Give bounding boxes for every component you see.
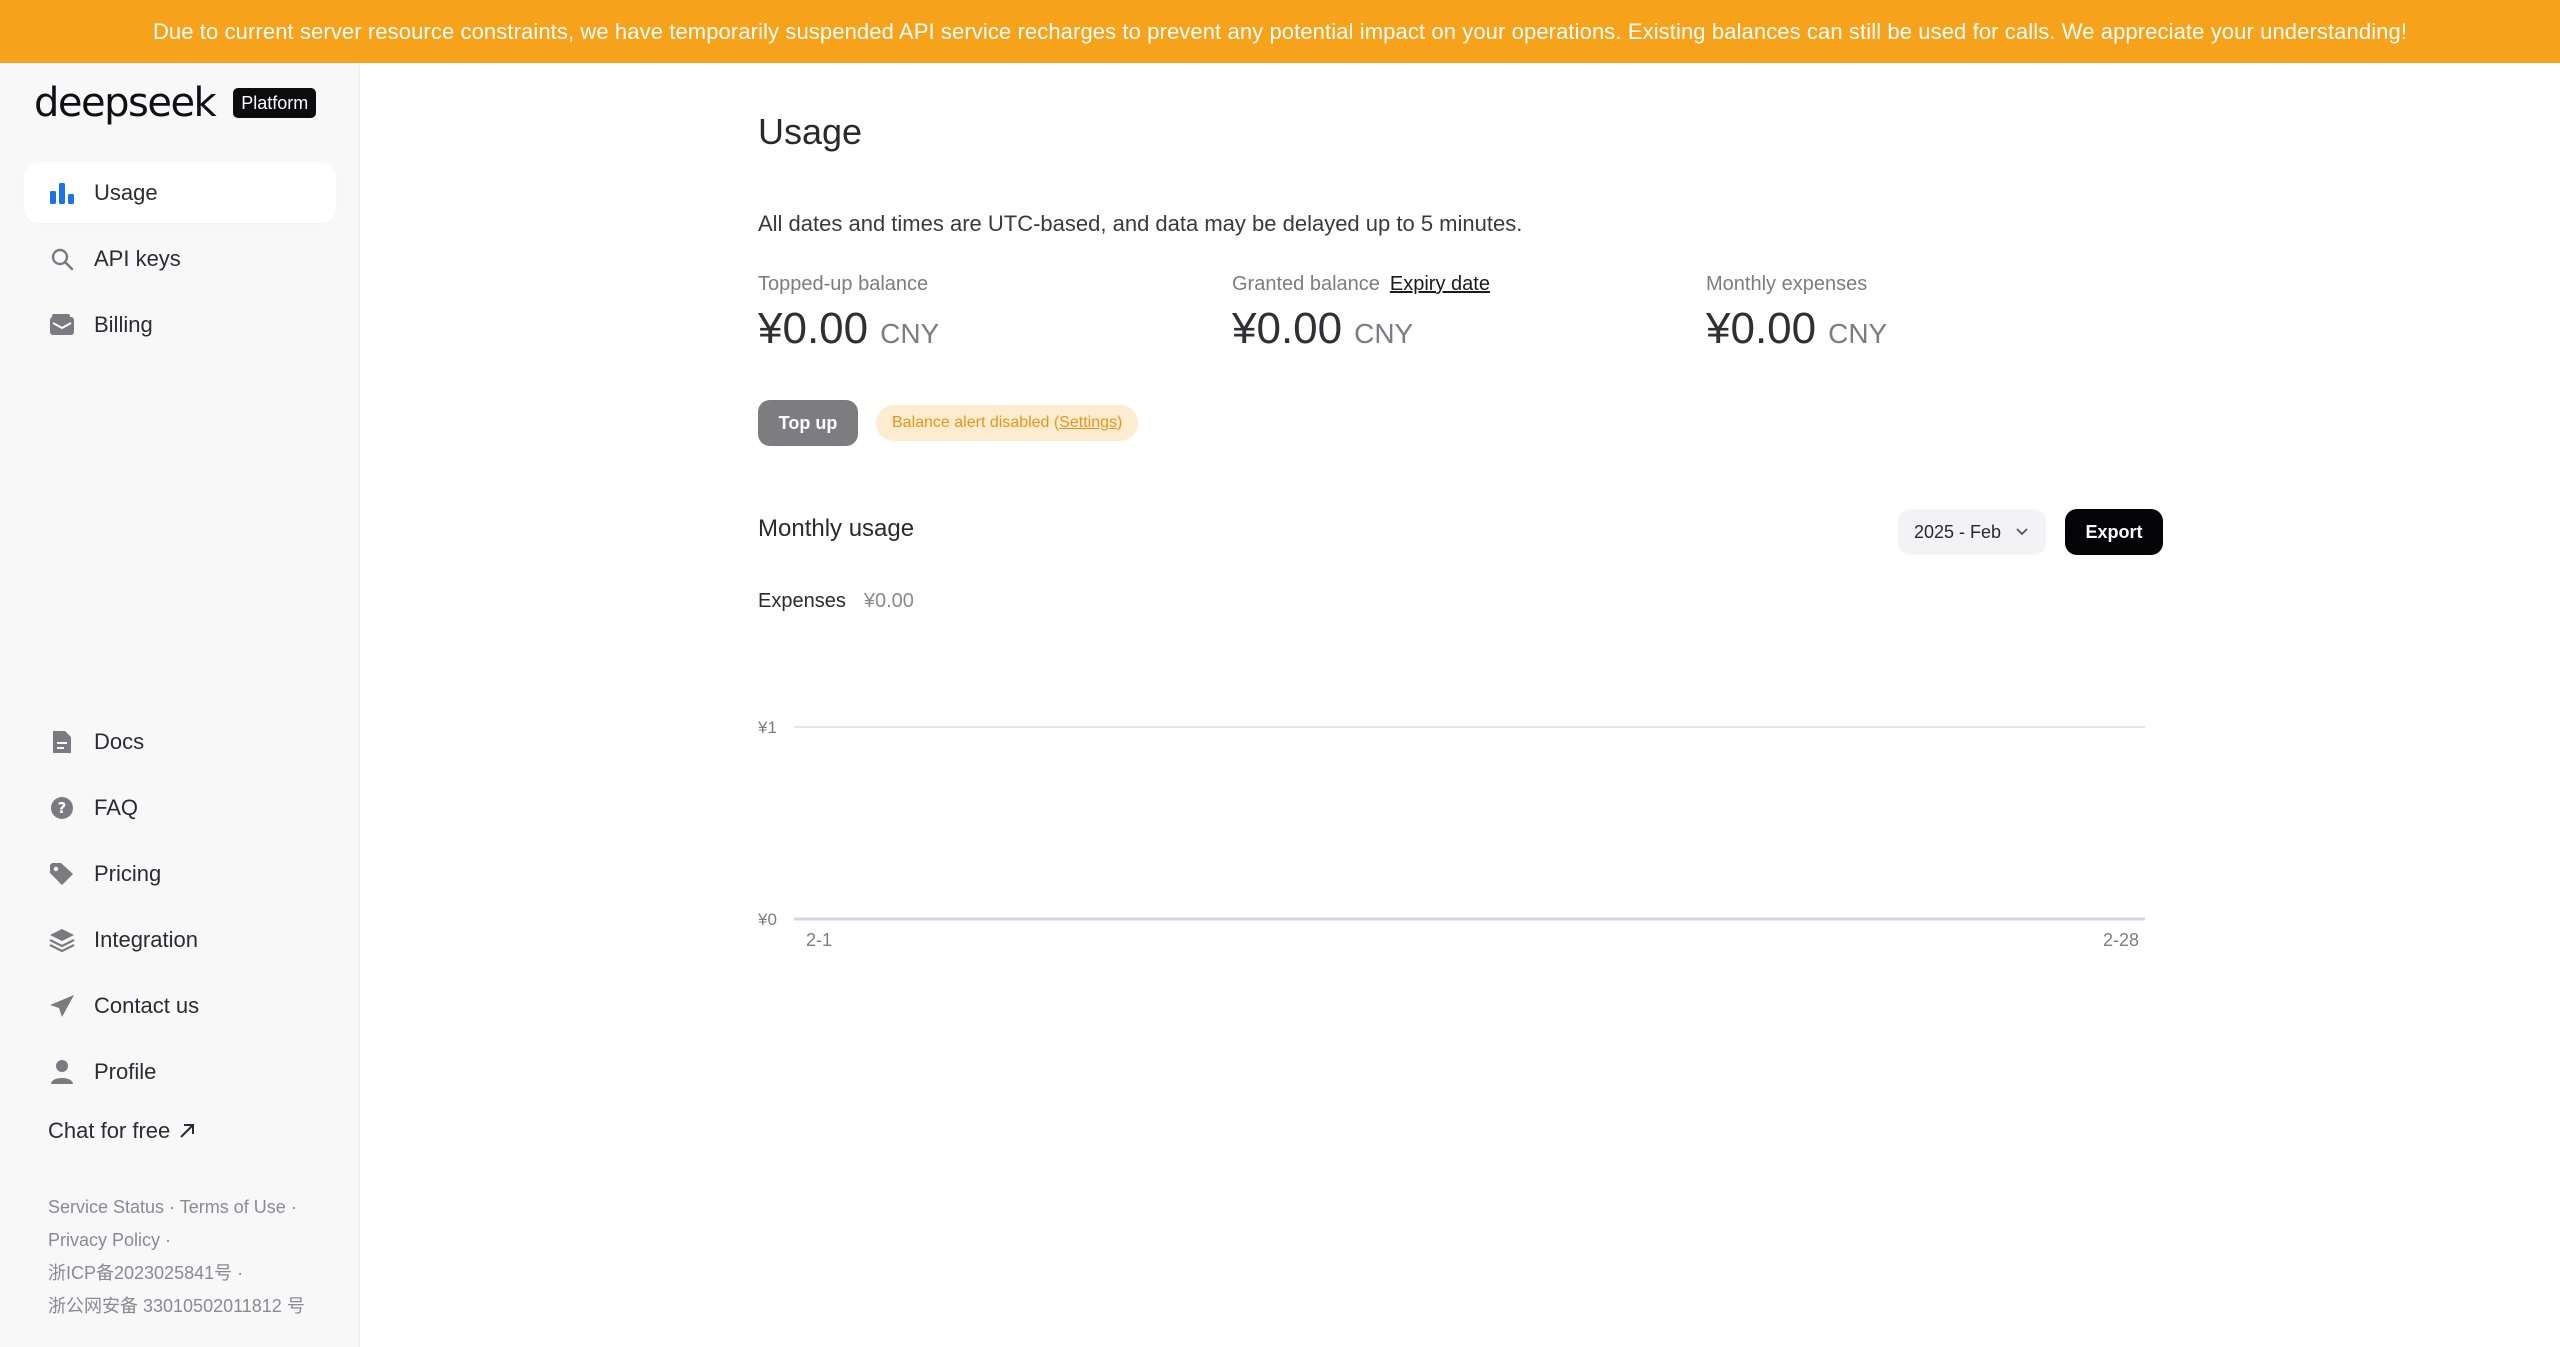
- balance-alert-badge: Balance alert disabled (Settings): [876, 405, 1139, 441]
- monthly-usage-title: Monthly usage: [758, 515, 915, 542]
- expenses-label: Expenses: [758, 590, 846, 612]
- announcement-banner: Due to current server resource constrain…: [0, 0, 2560, 63]
- balance-label: Topped-up balance: [758, 273, 929, 295]
- granted-balance: Granted balance Expiry date ¥0.00 CNY: [1232, 273, 1652, 354]
- balance-currency: CNY: [1354, 318, 1414, 349]
- send-icon: [48, 992, 76, 1020]
- icp-link[interactable]: 浙ICP备2023025841号: [48, 1263, 232, 1283]
- sidebar-item-label: Docs: [94, 729, 145, 754]
- service-status-link[interactable]: Service Status: [48, 1197, 164, 1217]
- platform-badge: Platform: [233, 88, 317, 118]
- balance-currency: CNY: [1828, 318, 1888, 349]
- layers-icon: [48, 926, 76, 954]
- sidebar-item-label: Integration: [94, 927, 198, 952]
- expenses-summary: Expenses ¥0.00: [758, 590, 914, 613]
- sidebar-item-profile[interactable]: Profile: [24, 1042, 336, 1102]
- arrow-up-right-icon: [178, 1122, 196, 1140]
- sidebar-item-integration[interactable]: Integration: [24, 910, 336, 970]
- sidebar-item-usage[interactable]: Usage: [24, 163, 336, 223]
- usage-chart: ¥1 ¥0 2-1 2-28: [758, 718, 2145, 950]
- primary-nav: Usage API keys Billing: [24, 163, 336, 361]
- question-icon: ?: [48, 794, 76, 822]
- secondary-nav: Docs ? FAQ Pricing Integration Contact u…: [24, 712, 336, 1108]
- police-record-link[interactable]: 浙公网安备 33010502011812 号: [48, 1296, 305, 1316]
- balance-amount: ¥0.00: [1232, 304, 1343, 353]
- footer-links: Service Status · Terms of Use · Privacy …: [48, 1197, 305, 1316]
- sidebar-item-label: Billing: [94, 312, 153, 337]
- x-tick-label: 2-28: [2103, 930, 2139, 950]
- search-icon: [48, 245, 76, 273]
- sidebar-item-contact-us[interactable]: Contact us: [24, 976, 336, 1036]
- sidebar-item-docs[interactable]: Docs: [24, 712, 336, 772]
- expenses-value: ¥0.00: [863, 590, 914, 612]
- sidebar-item-faq[interactable]: ? FAQ: [24, 778, 336, 838]
- sidebar-item-label: Usage: [94, 180, 158, 205]
- deepseek-logo[interactable]: deepseek: [34, 83, 217, 123]
- sidebar-item-label: API keys: [94, 246, 181, 271]
- balance-amount: ¥0.00: [1706, 304, 1817, 353]
- balance-label: Granted balance: [1232, 273, 1380, 295]
- export-button[interactable]: Export: [2065, 509, 2163, 555]
- sidebar-item-label: Pricing: [94, 861, 162, 886]
- chevron-down-icon: [2014, 523, 2030, 544]
- expiry-date-link[interactable]: Expiry date: [1390, 273, 1490, 296]
- balance-label: Monthly expenses: [1706, 273, 1868, 295]
- brand[interactable]: deepseek Platform: [34, 83, 317, 123]
- x-tick-label: 2-1: [806, 930, 832, 950]
- wallet-icon: [48, 311, 76, 339]
- alert-close-paren: ): [1117, 414, 1123, 431]
- monthly-expenses: Monthly expenses ¥0.00 CNY: [1706, 273, 2126, 354]
- terms-link[interactable]: Terms of Use: [180, 1197, 286, 1217]
- balance-amount: ¥0.00: [758, 304, 869, 353]
- sidebar-item-label: Contact us: [94, 993, 200, 1018]
- page-title: Usage: [758, 111, 863, 152]
- sidebar-item-api-keys[interactable]: API keys: [24, 229, 336, 289]
- sidebar-item-label: FAQ: [94, 795, 139, 820]
- topped-up-balance: Topped-up balance ¥0.00 CNY: [758, 273, 1178, 354]
- banner-text: Due to current server resource constrain…: [152, 18, 2408, 44]
- privacy-link[interactable]: Privacy Policy: [48, 1230, 160, 1250]
- chat-for-free-link[interactable]: Chat for free: [48, 1118, 196, 1144]
- document-icon: [48, 728, 76, 756]
- alert-text: Balance alert disabled (: [892, 414, 1060, 431]
- tag-icon: [48, 860, 76, 888]
- top-up-button[interactable]: Top up: [758, 400, 858, 446]
- svg-text:?: ?: [58, 799, 67, 817]
- y-tick-label: ¥0: [758, 910, 777, 929]
- utc-notice: All dates and times are UTC-based, and d…: [758, 211, 1523, 236]
- month-select[interactable]: 2025 - Feb: [1898, 509, 2046, 555]
- alert-settings-link[interactable]: Settings: [1059, 414, 1117, 432]
- chat-for-free-label: Chat for free: [48, 1118, 171, 1143]
- user-icon: [48, 1058, 76, 1086]
- sidebar-item-pricing[interactable]: Pricing: [24, 844, 336, 904]
- bar-chart-icon: [48, 179, 76, 207]
- sidebar-item-label: Profile: [94, 1059, 157, 1084]
- sidebar-item-billing[interactable]: Billing: [24, 295, 336, 355]
- month-select-value: 2025 - Feb: [1914, 521, 2002, 542]
- balance-currency: CNY: [880, 318, 940, 349]
- y-tick-label: ¥1: [758, 718, 777, 737]
- sidebar: deepseek Platform Usage API keys Billing: [0, 63, 360, 1347]
